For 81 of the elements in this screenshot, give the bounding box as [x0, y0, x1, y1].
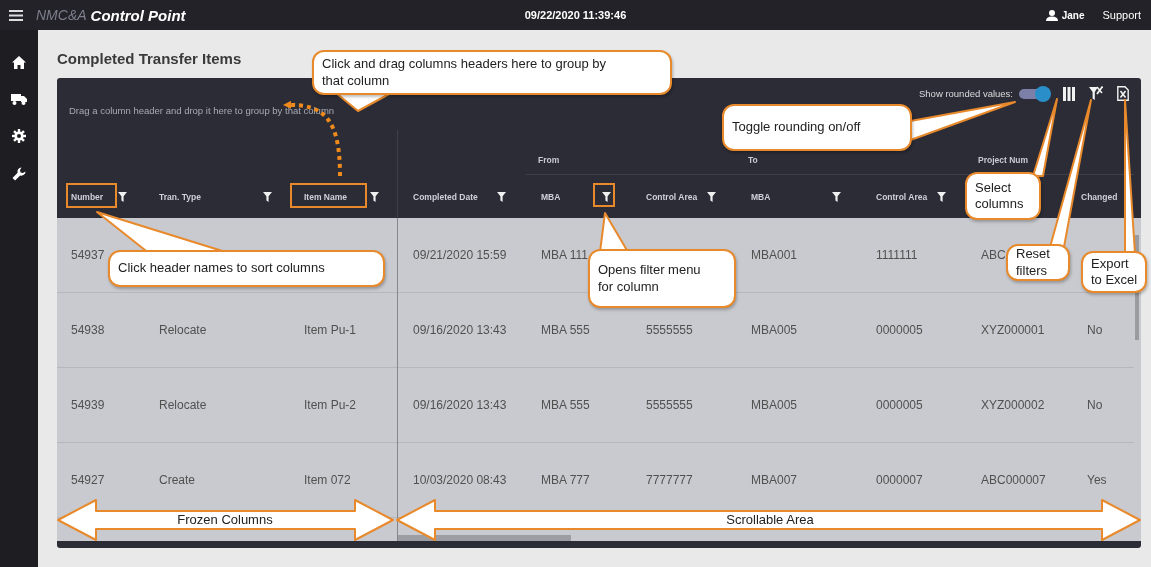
filter-icon[interactable]: [118, 191, 127, 202]
user-icon: [1045, 9, 1058, 21]
callout: Click header names to sort columns: [108, 250, 385, 287]
funnel-slash-icon[interactable]: [1089, 86, 1103, 101]
column-header[interactable]: Control Area: [876, 191, 928, 202]
columns-icon[interactable]: [1063, 86, 1075, 101]
home-icon[interactable]: [12, 56, 26, 69]
callout: Toggle rounding on/off: [722, 104, 912, 151]
menu-icon[interactable]: [9, 9, 23, 21]
table-cell: No: [1087, 323, 1103, 337]
table-cell: Relocate: [159, 398, 207, 412]
table-cell: MBA 555: [541, 398, 590, 412]
table-cell: 0000005: [876, 398, 923, 412]
table-cell: 09/16/2020 13:43: [413, 398, 507, 412]
column-header[interactable]: Changed: [1081, 191, 1118, 202]
callout: Reset filters: [1006, 244, 1070, 281]
table-cell: 0000005: [876, 323, 923, 337]
column-header[interactable]: MBA: [541, 191, 561, 202]
table-cell: XYZ000002: [981, 398, 1045, 412]
table-cell: Item Pu-2: [304, 398, 357, 412]
column-header[interactable]: Tran. Type: [159, 191, 201, 202]
callout: Select columns: [965, 172, 1041, 220]
table-cell: ABC000007: [981, 473, 1046, 487]
app-title: Control Point: [90, 6, 186, 24]
table-cell: Item 072: [304, 473, 351, 487]
arrow-label: Frozen Columns: [176, 512, 274, 528]
table-cell: MBA 111: [541, 248, 588, 262]
table-cell: MBA007: [751, 473, 798, 487]
table-cell: 09/21/2020 15:59: [413, 248, 507, 262]
table-cell: Yes: [1087, 473, 1107, 487]
table-cell: 7777777: [646, 473, 693, 487]
highlight-frame: [66, 183, 117, 208]
table-cell: 09/16/2020 13:43: [413, 323, 507, 337]
table-cell: MBA001: [751, 248, 798, 262]
table-cell: 1111111: [876, 248, 918, 262]
table-cell: MBA 777: [541, 473, 590, 487]
support-link[interactable]: Support: [1102, 9, 1141, 21]
table-cell: 10/03/2020 08:43: [413, 473, 507, 487]
table-cell: 54937: [71, 248, 105, 262]
table-cell: XYZ000001: [981, 323, 1045, 337]
column-group-header: Project Num: [978, 155, 1029, 165]
table-cell: 5555555: [646, 323, 693, 337]
table-cell: No: [1087, 398, 1103, 412]
table-cell: 54927: [71, 473, 105, 487]
horizontal-scrollbar[interactable]: [398, 535, 571, 541]
highlight-frame: [593, 183, 615, 207]
table-cell: Item Pu-1: [304, 323, 357, 337]
document-x-icon[interactable]: [1117, 86, 1129, 101]
brand-logo-prefix: NMC&A: [36, 7, 87, 23]
filter-icon[interactable]: [937, 191, 946, 202]
column-group-header: From: [538, 155, 560, 165]
table-cell: 54939: [71, 398, 105, 412]
date-time: 09/22/2020 11:39:46: [524, 9, 627, 21]
filter-icon[interactable]: [263, 191, 272, 202]
rounding-toggle[interactable]: [1019, 88, 1049, 99]
table-cell: MBA 555: [541, 323, 590, 337]
user-name[interactable]: Jane: [1061, 9, 1085, 21]
column-header[interactable]: MBA: [751, 191, 771, 202]
table-cell: MBA005: [751, 323, 798, 337]
callout: Export to Excel: [1081, 251, 1147, 293]
gear-icon[interactable]: [12, 129, 26, 143]
filter-icon[interactable]: [497, 191, 506, 202]
filter-icon[interactable]: [370, 191, 379, 202]
column-header[interactable]: Control Area: [646, 191, 698, 202]
filter-icon[interactable]: [602, 191, 611, 202]
table-cell: 54938: [71, 323, 105, 337]
table-cell: 5555555: [646, 398, 693, 412]
wrench-icon[interactable]: [12, 167, 26, 181]
filter-icon[interactable]: [832, 191, 841, 202]
toggle-label: Show rounded values:: [919, 88, 1013, 99]
filter-icon[interactable]: [707, 191, 716, 202]
table-cell: MBA005: [751, 398, 798, 412]
column-header[interactable]: Completed Date: [413, 191, 478, 202]
column-group-header: To: [748, 155, 758, 165]
table-cell: ABC: [981, 248, 1006, 262]
table-cell: 0000007: [876, 473, 923, 487]
table-cell: Create: [159, 473, 196, 487]
page-title: Completed Transfer Items: [57, 49, 242, 69]
truck-icon[interactable]: [11, 93, 27, 105]
arrow-label: Scrollable Area: [725, 512, 815, 528]
table-cell: Relocate: [159, 323, 207, 337]
